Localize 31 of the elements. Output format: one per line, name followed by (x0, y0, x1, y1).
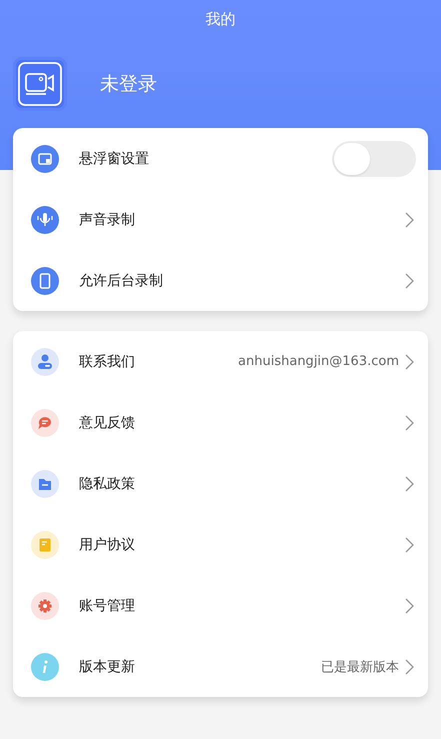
menu-label: 用户协议 (79, 536, 136, 554)
menu-item[interactable]: 用户协议 (13, 514, 428, 575)
menu-value: anhuishangjin@163.com (238, 354, 399, 369)
chevron-right-icon (405, 414, 414, 430)
menu-label: 声音录制 (79, 210, 136, 228)
menu-label: 账号管理 (79, 596, 136, 614)
menu-item[interactable]: 版本更新 已是最新版本 (13, 636, 428, 697)
chevron-right-icon (405, 476, 414, 492)
app-logo-icon (16, 60, 64, 108)
toggle-switch[interactable] (332, 140, 416, 176)
menu-item[interactable]: 账号管理 (13, 575, 428, 636)
menu-item[interactable]: 声音录制 (13, 189, 428, 250)
menu-label: 允许后台录制 (79, 272, 164, 290)
menu-label: 联系我们 (79, 352, 136, 370)
page-title: 我的 (204, 9, 236, 30)
menu-label: 版本更新 (79, 658, 136, 676)
chevron-right-icon (405, 598, 414, 614)
menu-label: 悬浮窗设置 (79, 150, 150, 168)
menu-item[interactable]: 联系我们 anhuishangjin@163.com (13, 331, 428, 392)
chevron-right-icon (405, 212, 414, 228)
chevron-right-icon (405, 354, 414, 370)
menu-label: 意见反馈 (79, 414, 136, 432)
menu-label: 隐私政策 (79, 474, 136, 492)
chevron-right-icon (405, 658, 414, 674)
menu-item[interactable]: 悬浮窗设置 (13, 128, 428, 189)
menu-item[interactable]: 允许后台录制 (13, 250, 428, 311)
chevron-right-icon (405, 272, 414, 288)
menu-item[interactable]: 意见反馈 (13, 392, 428, 453)
menu-value: 已是最新版本 (321, 658, 399, 676)
chevron-right-icon (405, 536, 414, 552)
menu-item[interactable]: 隐私政策 (13, 453, 428, 514)
